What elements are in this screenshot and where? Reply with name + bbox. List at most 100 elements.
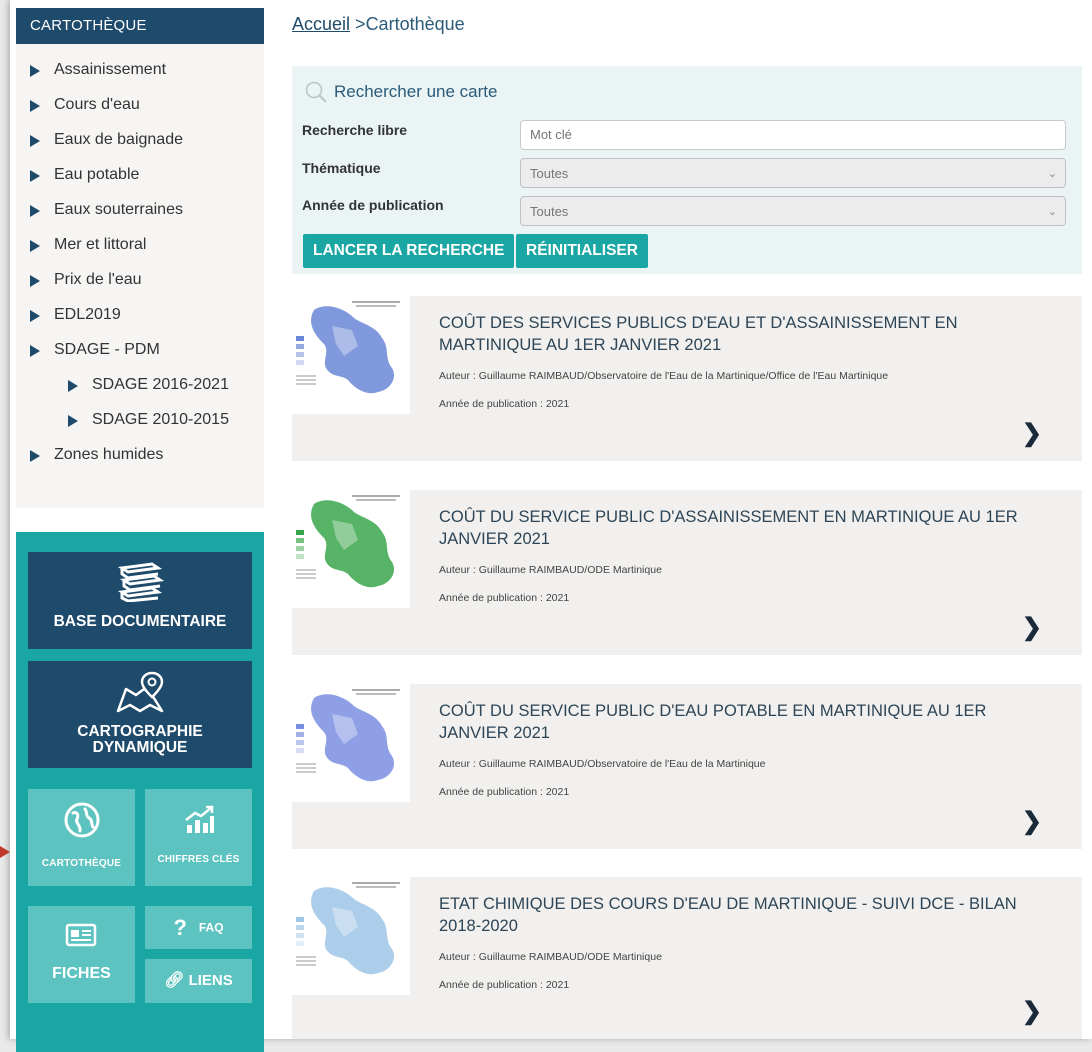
faq-label: FAQ	[198, 920, 224, 935]
liens-label: LIENS	[188, 972, 233, 989]
map-pin-icon	[116, 671, 164, 713]
cartographie-label-2: DYNAMIQUE	[92, 739, 188, 756]
cartotheque-label: CARTOTHÈQUE	[41, 858, 122, 869]
books-icon	[117, 562, 165, 603]
year-select[interactable]: Toutes ⌄	[520, 196, 1066, 226]
sidebar-item-label: Zones humides	[54, 446, 164, 463]
chevron-right-icon[interactable]: ❯	[1022, 613, 1042, 642]
search-reset-button[interactable]: RÉINITIALISER	[516, 234, 648, 268]
triangle-right-icon	[30, 205, 40, 217]
triangle-right-icon	[68, 380, 78, 392]
sidebar-item-assainissement[interactable]: Assainissement	[16, 52, 264, 87]
chiffres-cles-tile[interactable]: CHIFFRES CLÉS	[145, 789, 252, 886]
triangle-right-icon	[30, 170, 40, 182]
sidebar-item-mer-et-littoral[interactable]: Mer et littoral	[16, 227, 264, 262]
fiches-tile[interactable]: FICHES	[28, 906, 135, 1003]
cartotheque-tile[interactable]: CARTOTHÈQUE	[28, 789, 135, 886]
triangle-right-icon	[30, 310, 40, 322]
result-card[interactable]: COÛT DU SERVICE PUBLIC D'ASSAINISSEMENT …	[292, 490, 1082, 655]
sidebar-item-sdage-pdm[interactable]: SDAGE - PDM	[16, 332, 264, 367]
breadcrumb-current: Cartothèque	[365, 14, 465, 34]
sidebar-item-label: EDL2019	[54, 306, 121, 323]
result-author: Auteur : Guillaume RAIMBAUD/Observatoire…	[439, 370, 889, 382]
search-title: Rechercher une carte	[304, 80, 497, 104]
result-title[interactable]: COÛT DU SERVICE PUBLIC D'ASSAINISSEMENT …	[439, 506, 1029, 550]
theme-label: Thématique	[302, 160, 381, 176]
cartographie-label-1: CARTOGRAPHIE	[77, 723, 203, 740]
map-thumbnail[interactable]	[292, 490, 410, 608]
chiffres-cles-label: CHIFFRES CLÉS	[157, 854, 240, 865]
triangle-right-icon	[30, 275, 40, 287]
result-author: Auteur : Guillaume RAIMBAUD/ODE Martiniq…	[439, 951, 662, 963]
triangle-right-icon	[30, 450, 40, 462]
year-label: Année de publication	[302, 197, 444, 213]
result-title[interactable]: ETAT CHIMIQUE DES COURS D'EAU DE MARTINI…	[439, 893, 1029, 937]
result-year: Année de publication : 2021	[439, 592, 570, 604]
result-year: Année de publication : 2021	[439, 979, 570, 991]
breadcrumb-home-link[interactable]: Accueil	[292, 14, 350, 34]
sidebar-item-label: Prix de l'eau	[54, 271, 142, 288]
map-thumbnail[interactable]	[292, 877, 410, 995]
map-thumbnail-image	[292, 490, 410, 608]
map-thumbnail-image	[292, 296, 410, 414]
chevron-down-icon: ⌄	[1047, 168, 1057, 180]
question-mark-icon: ?	[173, 915, 187, 941]
sidebar-item-edl2019[interactable]: EDL2019	[16, 297, 264, 332]
sidebar-item-sdage-2016-2021[interactable]: SDAGE 2016-2021	[16, 367, 264, 402]
cartographie-dynamique-tile[interactable]: CARTOGRAPHIE DYNAMIQUE	[28, 661, 252, 768]
sidebar-item-eaux-souterraines[interactable]: Eaux souterraines	[16, 192, 264, 227]
base-documentaire-tile[interactable]: BASE DOCUMENTAIRE	[28, 552, 252, 649]
year-select-value: Toutes	[530, 204, 569, 219]
result-card[interactable]: COÛT DU SERVICE PUBLIC D'EAU POTABLE EN …	[292, 684, 1082, 849]
sidebar-item-label: SDAGE 2010-2015	[92, 411, 229, 428]
chevron-right-icon[interactable]: ❯	[1022, 419, 1042, 448]
liens-tile[interactable]: 🔗︎ LIENS	[145, 959, 252, 1003]
free-search-label: Recherche libre	[302, 122, 408, 138]
sidebar-item-eaux-de-baignade[interactable]: Eaux de baignade	[16, 122, 264, 157]
map-thumbnail-image	[292, 684, 410, 802]
sidebar-item-zones-humides[interactable]: Zones humides	[16, 437, 264, 472]
result-card[interactable]: COÛT DES SERVICES PUBLICS D'EAU ET D'ASS…	[292, 296, 1082, 461]
keyword-input[interactable]	[520, 120, 1066, 150]
theme-select-value: Toutes	[530, 166, 569, 181]
theme-select[interactable]: Toutes ⌄	[520, 158, 1066, 188]
sidebar-item-sdage-2010-2015[interactable]: SDAGE 2010-2015	[16, 402, 264, 437]
sidebar-title: CARTOTHÈQUE	[16, 8, 264, 44]
search-submit-button[interactable]: LANCER LA RECHERCHE	[303, 234, 515, 268]
chevron-right-icon[interactable]: ❯	[1022, 997, 1042, 1026]
faq-tile[interactable]: ? FAQ	[145, 906, 252, 949]
result-author: Auteur : Guillaume RAIMBAUD/ODE Martiniq…	[439, 564, 662, 576]
chevron-right-icon[interactable]: ❯	[1022, 807, 1042, 836]
triangle-right-icon	[30, 65, 40, 77]
fiches-label: FICHES	[52, 965, 111, 982]
result-title[interactable]: COÛT DES SERVICES PUBLICS D'EAU ET D'ASS…	[439, 312, 1029, 356]
result-title[interactable]: COÛT DU SERVICE PUBLIC D'EAU POTABLE EN …	[439, 700, 1029, 744]
triangle-right-icon	[68, 415, 78, 427]
link-icon: 🔗︎	[164, 972, 185, 989]
quick-links-panel: BASE DOCUMENTAIRE CARTOGRAPHIE DYNAMIQUE…	[16, 532, 264, 1052]
map-thumbnail[interactable]	[292, 296, 410, 414]
map-thumbnail[interactable]	[292, 684, 410, 802]
sidebar-item-label: Eaux de baignade	[54, 131, 183, 148]
triangle-right-icon	[30, 240, 40, 252]
sidebar: CARTOTHÈQUE Assainissement Cours d'eau E…	[16, 8, 264, 1052]
globe-icon	[64, 802, 99, 838]
triangle-right-icon	[30, 100, 40, 112]
sidebar-item-label: Mer et littoral	[54, 236, 147, 253]
result-author: Auteur : Guillaume RAIMBAUD/Observatoire…	[439, 758, 766, 770]
breadcrumb-separator: >	[355, 14, 366, 34]
sidebar-item-label: SDAGE 2016-2021	[92, 376, 229, 393]
sidebar-item-eau-potable[interactable]: Eau potable	[16, 157, 264, 192]
result-year: Année de publication : 2021	[439, 398, 570, 410]
sidebar-item-prix-de-l-eau[interactable]: Prix de l'eau	[16, 262, 264, 297]
result-year: Année de publication : 2021	[439, 786, 570, 798]
sidebar-item-label: Eaux souterraines	[54, 201, 183, 218]
result-card[interactable]: ETAT CHIMIQUE DES COURS D'EAU DE MARTINI…	[292, 877, 1082, 1039]
sidebar-item-label: Cours d'eau	[54, 96, 140, 113]
chevron-down-icon: ⌄	[1047, 206, 1057, 218]
triangle-right-icon	[30, 345, 40, 357]
sidebar-item-cours-d-eau[interactable]: Cours d'eau	[16, 87, 264, 122]
map-thumbnail-image	[292, 877, 410, 995]
base-documentaire-label: BASE DOCUMENTAIRE	[53, 613, 227, 630]
triangle-right-icon	[30, 135, 40, 147]
